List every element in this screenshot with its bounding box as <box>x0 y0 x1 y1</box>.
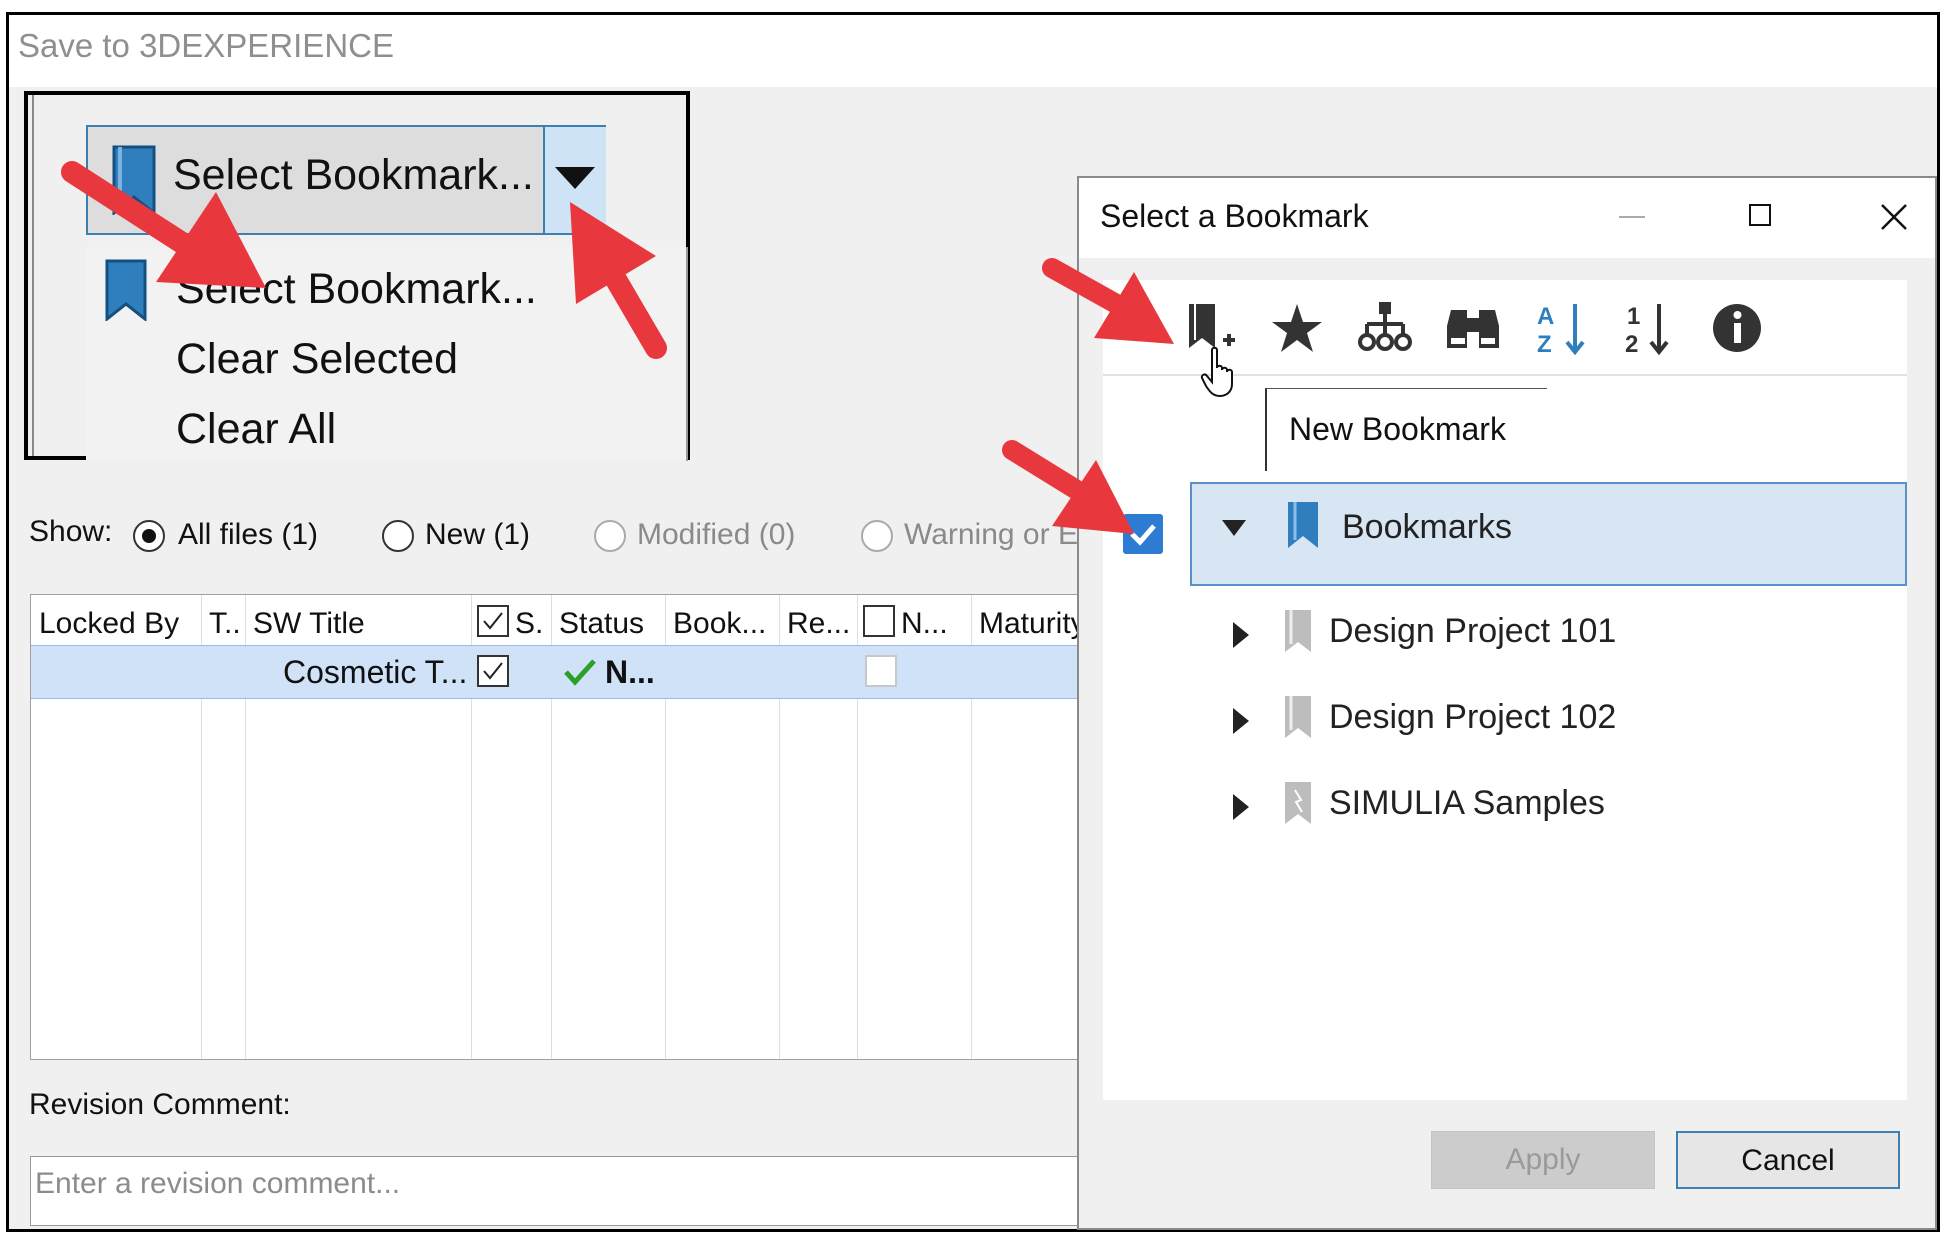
check-icon <box>483 662 503 680</box>
col-header-sw-title[interactable]: SW Title <box>253 607 365 641</box>
bookmark-tree: New Bookmark Bookmarks Design Project 10… <box>1103 376 1907 1100</box>
svg-text:2: 2 <box>1625 331 1638 358</box>
col-header-maturity[interactable]: Maturity <box>979 607 1086 641</box>
menu-item-clear-selected[interactable]: Clear Selected <box>176 335 458 384</box>
chevron-down-icon <box>555 167 595 189</box>
apply-button[interactable]: Apply <box>1431 1131 1655 1189</box>
bookmark-icon <box>1285 610 1311 652</box>
dialog-title: Select a Bookmark <box>1100 198 1369 234</box>
status-check-icon <box>564 659 596 686</box>
col-header-save[interactable]: S. <box>515 607 543 641</box>
annotation-arrow-icon <box>1042 258 1174 344</box>
tree-label-design-project-101: Design Project 101 <box>1329 612 1617 650</box>
tooltip: New Bookmark <box>1265 388 1547 471</box>
title-bar: Save to 3DEXPERIENCE <box>9 15 1937 87</box>
tree-label-design-project-102: Design Project 102 <box>1329 698 1617 736</box>
row-new-checkbox[interactable] <box>865 655 897 687</box>
chevron-down-icon[interactable] <box>1220 518 1248 538</box>
sort-numeric-icon[interactable]: 1 2 <box>1619 298 1679 358</box>
tree-node-design-project-101[interactable]: Design Project 101 <box>1203 592 1903 678</box>
col-header-new[interactable]: N... <box>901 607 948 641</box>
chevron-right-icon[interactable] <box>1231 620 1251 650</box>
revision-comment-input[interactable]: Enter a revision comment... <box>30 1156 1130 1226</box>
menu-item-clear-all[interactable]: Clear All <box>176 405 336 454</box>
sort-alpha-icon[interactable]: A Z <box>1531 298 1591 358</box>
cancel-button[interactable]: Cancel <box>1676 1131 1900 1189</box>
hand-cursor-icon <box>1200 346 1233 398</box>
dialog-title-bar: Select a Bookmark <box>1079 178 1935 258</box>
callout-edge <box>32 95 34 456</box>
tree-label-bookmarks: Bookmarks <box>1342 508 1513 546</box>
radio-dot <box>142 529 156 543</box>
tree-node-design-project-102[interactable]: Design Project 102 <box>1203 678 1903 764</box>
tree-node-simulia-samples[interactable]: SIMULIA Samples <box>1203 764 1903 850</box>
col-header-new-checkbox[interactable] <box>863 605 895 637</box>
cell-sw-title: Cosmetic T... <box>283 654 468 690</box>
info-icon[interactable] <box>1707 298 1767 358</box>
file-grid: Locked By T.. SW Title S. Status Book...… <box>30 594 1110 1060</box>
window-title: Save to 3DEXPERIENCE <box>18 27 394 64</box>
maximize-icon[interactable] <box>1749 204 1771 226</box>
row-save-checkbox[interactable] <box>477 655 509 687</box>
radio-new[interactable] <box>382 520 414 552</box>
bookmark-icon <box>1285 782 1311 824</box>
chevron-right-icon[interactable] <box>1231 706 1251 736</box>
col-header-bookmark[interactable]: Book... <box>673 607 766 641</box>
radio-all-files-label: All files (1) <box>178 518 319 551</box>
chevron-right-icon[interactable] <box>1231 792 1251 822</box>
favorite-star-icon[interactable] <box>1267 298 1327 358</box>
check-icon <box>483 612 503 630</box>
hierarchy-icon[interactable] <box>1355 298 1415 358</box>
col-header-type[interactable]: T.. <box>209 607 241 641</box>
svg-text:Z: Z <box>1537 331 1552 358</box>
svg-text:A: A <box>1537 303 1554 330</box>
annotation-arrow-icon <box>1002 440 1134 534</box>
cell-status: N... <box>605 654 655 690</box>
radio-modified[interactable] <box>594 520 626 552</box>
revision-comment-label: Revision Comment: <box>29 1088 291 1121</box>
select-bookmark-dialog: Select a Bookmark A Z 1 2 New Bookmark B… <box>1077 176 1937 1230</box>
bookmark-icon <box>1285 696 1311 738</box>
svg-text:1: 1 <box>1627 303 1640 330</box>
radio-all-files[interactable] <box>133 520 165 552</box>
radio-new-label: New (1) <box>425 518 531 551</box>
table-row[interactable]: Cosmetic T... N... <box>31 645 1109 699</box>
col-header-revision[interactable]: Re... <box>787 607 850 641</box>
minimize-icon[interactable] <box>1619 216 1645 218</box>
bookmark-icon <box>1288 502 1318 548</box>
close-icon[interactable] <box>1879 202 1909 232</box>
tooltip-text: New Bookmark <box>1289 411 1506 447</box>
radio-modified-label: Modified (0) <box>637 518 796 551</box>
col-header-status[interactable]: Status <box>559 607 644 641</box>
tree-label-simulia-samples: SIMULIA Samples <box>1329 784 1605 822</box>
col-header-save-checkbox[interactable] <box>477 605 509 637</box>
radio-warning[interactable] <box>861 520 893 552</box>
binoculars-icon[interactable] <box>1443 298 1503 358</box>
col-header-locked-by[interactable]: Locked By <box>39 607 179 641</box>
annotation-arrow-icon <box>61 161 266 288</box>
annotation-arrow-icon <box>570 202 667 359</box>
show-label: Show: <box>29 515 113 548</box>
tree-node-bookmarks[interactable]: Bookmarks <box>1190 482 1907 586</box>
